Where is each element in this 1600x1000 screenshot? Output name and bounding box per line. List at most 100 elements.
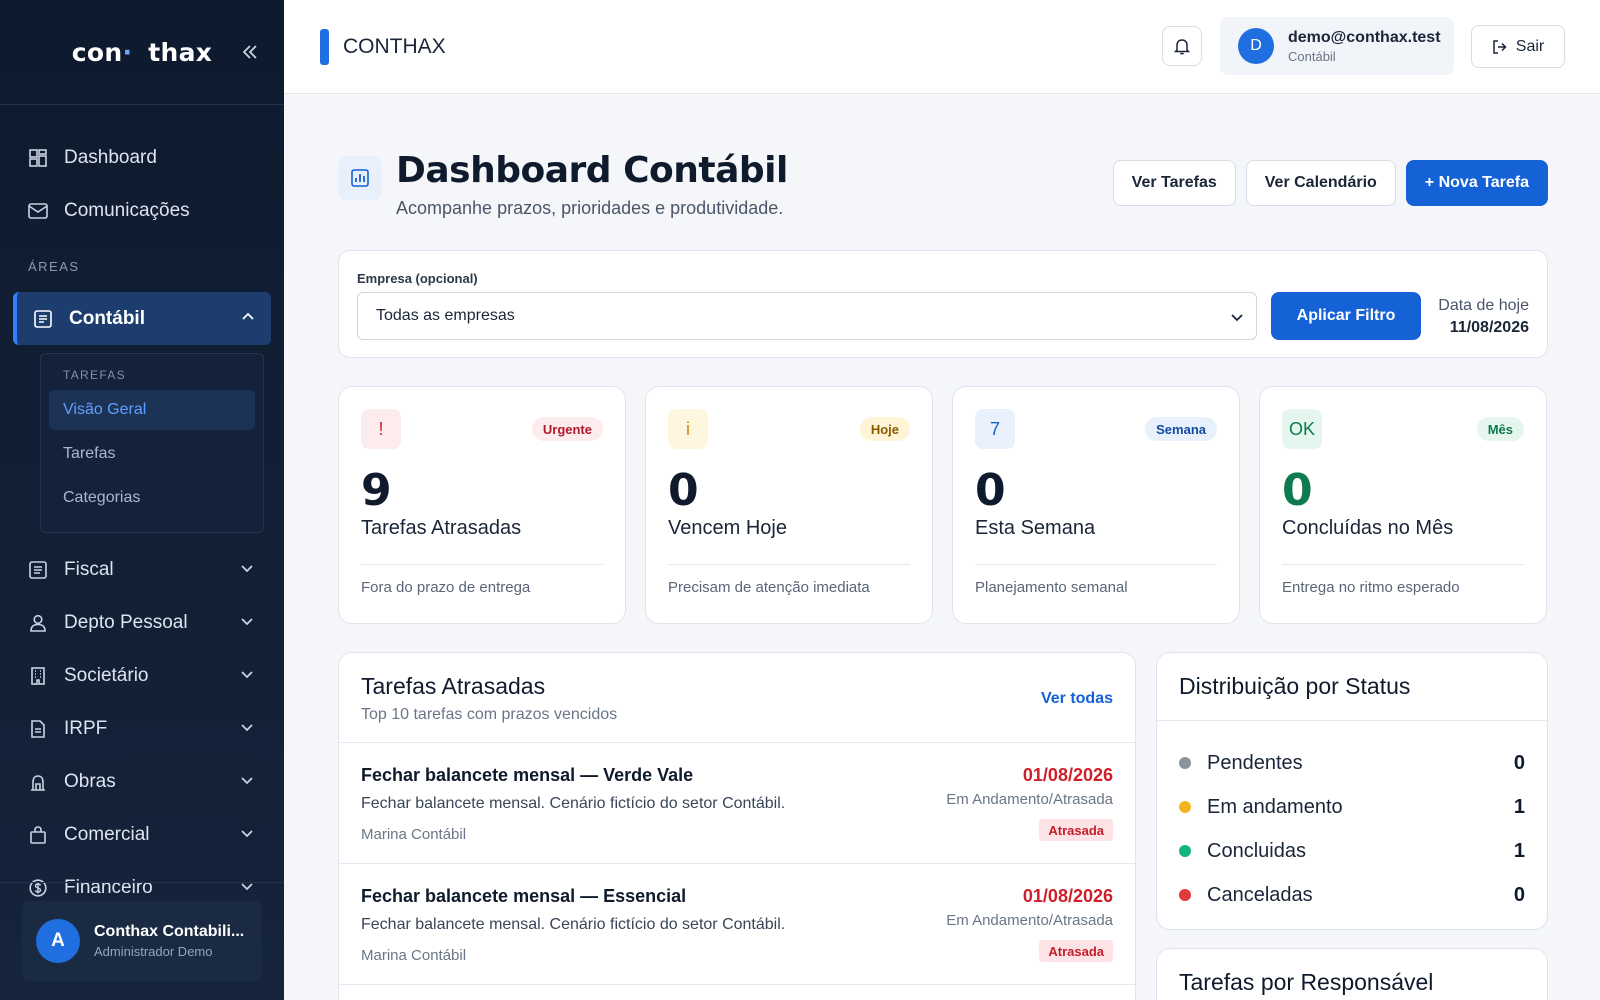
task-description: Fechar balancete mensal. Cenário fictíci…: [361, 795, 786, 812]
kpi-label: Vencem Hoje: [668, 517, 787, 539]
kpi-footnote: Precisam de atenção imediata: [668, 579, 870, 596]
kpi-card-mes[interactable]: OK Mês 0 Concluídas no Mês Entrega no ri…: [1259, 386, 1547, 624]
view-calendar-button[interactable]: Ver Calendário: [1245, 160, 1396, 206]
sidebar-item-societario[interactable]: Societário: [0, 649, 284, 702]
collapse-sidebar-button[interactable]: [236, 38, 264, 66]
mail-icon: [28, 201, 48, 221]
page-header: Dashboard Contábil Acompanhe prazos, pri…: [338, 150, 1548, 220]
panel-subtitle: Top 10 tarefas com prazos vencidos: [361, 706, 618, 723]
table-row[interactable]: Fechar balancete mensal — Essencial Fech…: [339, 864, 1135, 985]
responsible-panel: Tarefas por Responsável: [1156, 948, 1548, 1000]
sidebar-item-obras[interactable]: Obras: [0, 755, 284, 808]
user-role: Contábil: [1288, 48, 1336, 64]
filter-panel: Empresa (opcional) Todas as empresas Apl…: [338, 250, 1548, 358]
sidebar-item-label: IRPF: [64, 717, 108, 739]
kpi-footnote: Fora do prazo de entrega: [361, 579, 531, 596]
kpi-footnote: Planejamento semanal: [975, 579, 1128, 596]
kpi-card-semana[interactable]: 7 Semana 0 Esta Semana Planejamento sema…: [952, 386, 1240, 624]
contabil-submenu: TAREFAS Visão Geral Tarefas Categorias: [40, 353, 264, 533]
panel-title: Tarefas por Responsável: [1179, 969, 1434, 995]
sidebar-item-comunicacoes[interactable]: Comunicações: [0, 184, 284, 237]
submenu-item-tarefas[interactable]: Tarefas: [49, 434, 255, 474]
sidebar-item-comercial[interactable]: Comercial: [0, 808, 284, 861]
submenu-item-categorias[interactable]: Categorias: [49, 478, 255, 518]
title-accent-bar: [320, 29, 329, 65]
view-all-link[interactable]: Ver todas: [1041, 690, 1113, 708]
apply-filter-button[interactable]: Aplicar Filtro: [1271, 292, 1421, 340]
panel-title: Distribuição por Status: [1157, 653, 1547, 721]
new-task-button[interactable]: + Nova Tarefa: [1405, 160, 1548, 206]
user-menu[interactable]: D demo@conthax.test Contábil: [1220, 17, 1454, 75]
panel-title: Tarefas Atrasadas: [361, 673, 546, 699]
sidebar-item-label: Societário: [64, 664, 149, 686]
account-card[interactable]: A Conthax Contabili... Administrador Dem…: [22, 901, 262, 981]
status-badge: Urgente: [531, 417, 603, 441]
kpi-label: Tarefas Atrasadas: [361, 517, 522, 539]
company-select[interactable]: Todas as empresas: [357, 292, 1257, 340]
logout-icon: [1492, 39, 1508, 55]
kpi-value: 0: [975, 465, 1006, 516]
submenu-item-visao-geral[interactable]: Visão Geral: [49, 390, 255, 430]
table-row[interactable]: Fechar balancete mensal — Verde Vale Fec…: [339, 743, 1135, 864]
sidebar-item-contabil[interactable]: Contábil: [13, 292, 271, 345]
task-due-date: 01/08/2026: [1022, 765, 1113, 785]
sidebar-item-dashboard[interactable]: Dashboard: [0, 131, 284, 184]
task-status: Em Andamento/Atrasada: [946, 791, 1113, 808]
chevron-down-icon: [1231, 314, 1243, 322]
kpi-label: Esta Semana: [975, 517, 1096, 539]
sidebar-item-irpf[interactable]: IRPF: [0, 702, 284, 755]
grid-icon: [28, 148, 48, 168]
status-dot: [1179, 801, 1191, 813]
status-dot: [1179, 757, 1191, 769]
sidebar-item-depto-pessoal[interactable]: Depto Pessoal: [0, 596, 284, 649]
task-due-date: 01/08/2026: [1022, 886, 1113, 906]
ledger-icon: [33, 309, 53, 329]
sidebar-item-label: Comercial: [64, 823, 150, 845]
kpi-cards: ! Urgente 9 Tarefas Atrasadas Fora do pr…: [338, 386, 1548, 624]
today-date: Data de hoje 11/08/2026: [1438, 297, 1529, 336]
status-badge: Atrasada: [1039, 940, 1113, 962]
logout-button[interactable]: Sair: [1471, 25, 1565, 68]
kpi-label: Concluídas no Mês: [1282, 517, 1454, 539]
list-item: Canceladas 0: [1179, 873, 1525, 917]
sidebar-item-label: Contábil: [69, 307, 145, 329]
status-badge: Atrasada: [1039, 819, 1113, 841]
chevron-down-icon: [241, 830, 253, 838]
chevron-down-icon: [241, 565, 253, 573]
bar-chart-icon: [338, 156, 382, 200]
sidebar-item-label: Dashboard: [64, 146, 157, 168]
status-dot: [1179, 845, 1191, 857]
list-item: Pendentes 0: [1179, 741, 1525, 785]
chevron-down-icon: [241, 724, 253, 732]
check-ok-icon: OK: [1282, 409, 1322, 449]
account-name: Conthax Contabili...: [94, 923, 245, 940]
view-tasks-button[interactable]: Ver Tarefas: [1112, 160, 1236, 206]
kpi-card-hoje[interactable]: i Hoje 0 Vencem Hoje Precisam de atenção…: [645, 386, 933, 624]
kpi-footnote: Entrega no ritmo esperado: [1282, 579, 1460, 596]
sidebar: con· thax Dashboard Comunicações ÁREAS Co…: [0, 0, 284, 1000]
page-title: Dashboard Contábil: [396, 150, 788, 191]
task-assignee: Marina Contábil: [361, 947, 467, 964]
task-title: Fechar balancete mensal — Essencial: [361, 886, 687, 906]
status-badge: Semana: [1145, 417, 1217, 441]
notifications-button[interactable]: [1162, 26, 1202, 66]
sidebar-header: con· thax: [0, 0, 284, 105]
sidebar-item-fiscal[interactable]: Fiscal: [0, 543, 284, 596]
task-title: Fechar balancete mensal — Verde Vale: [361, 765, 694, 785]
chevron-down-icon: [241, 618, 253, 626]
late-tasks-panel: Tarefas Atrasadas Top 10 tarefas com pra…: [338, 652, 1136, 1000]
week-icon: 7: [975, 409, 1015, 449]
sidebar-footer: A Conthax Contabili... Administrador Dem…: [0, 882, 284, 1000]
account-role: Administrador Demo: [94, 944, 213, 959]
list-item: Concluidas 1: [1179, 829, 1525, 873]
kpi-value: 0: [1282, 465, 1313, 516]
submenu-title: TAREFAS: [63, 368, 126, 382]
areas-section-label: ÁREAS: [28, 259, 80, 274]
task-status: Em Andamento/Atrasada: [946, 912, 1113, 929]
kpi-card-atrasadas[interactable]: ! Urgente 9 Tarefas Atrasadas Fora do pr…: [338, 386, 626, 624]
sidebar-item-label: Obras: [64, 770, 116, 792]
document-icon: [28, 719, 48, 739]
sidebar-item-label: Fiscal: [64, 558, 114, 580]
chevron-down-icon: [241, 777, 253, 785]
status-distribution-panel: Distribuição por Status Pendentes 0 Em a…: [1156, 652, 1548, 930]
